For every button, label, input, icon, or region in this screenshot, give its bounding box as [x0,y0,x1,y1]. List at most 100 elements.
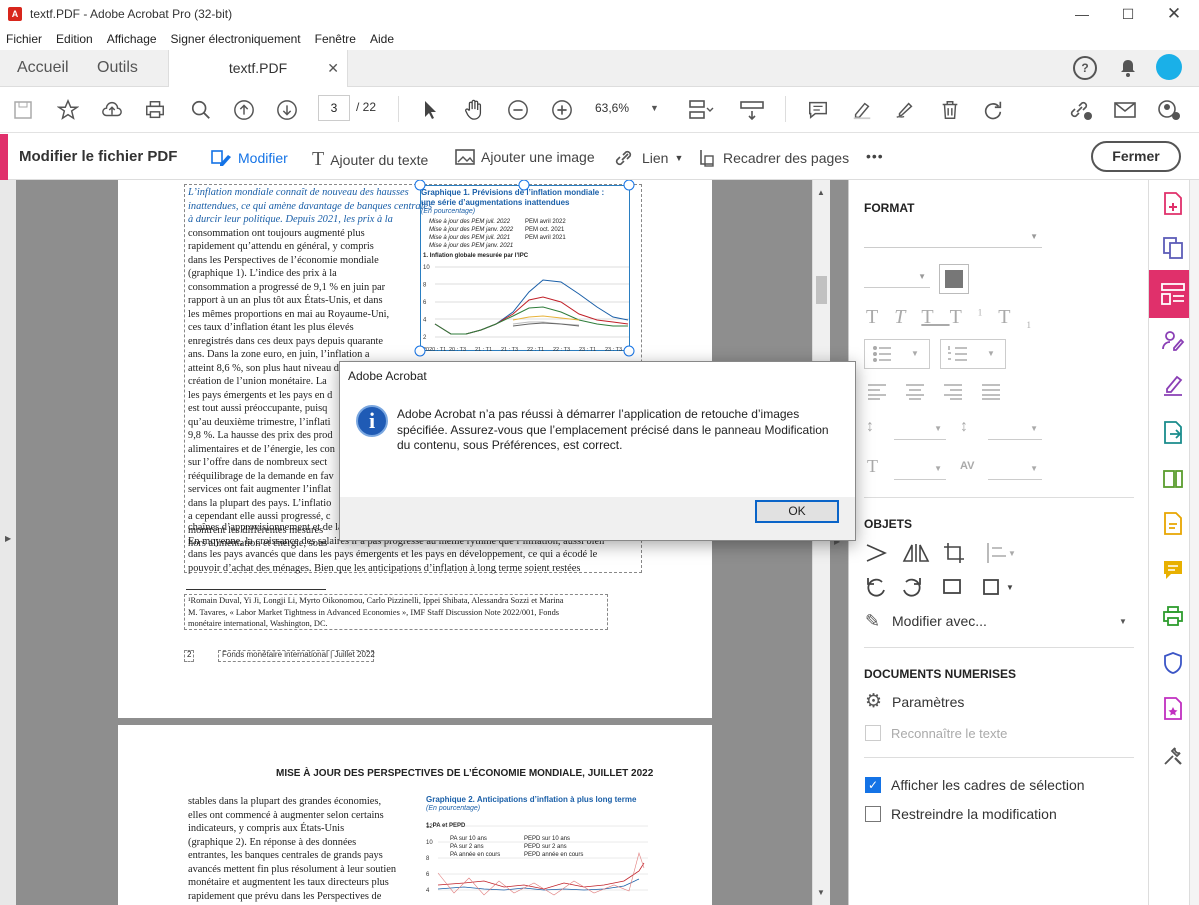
maximize-button[interactable]: ☐ [1105,0,1151,28]
settings-label[interactable]: Paramètres [892,694,964,710]
help-icon[interactable]: ? [1073,56,1097,80]
close-edit-button[interactable]: Fermer [1091,141,1181,172]
zoom-select[interactable]: 63,6% ▼ [595,96,665,120]
font-color-swatch[interactable] [939,264,969,294]
selection-handles[interactable] [414,180,636,357]
page-number-input[interactable]: 3 [318,95,350,121]
expand-left-icon[interactable]: ▶ [5,534,11,543]
add-image-button[interactable]: Ajouter une image [455,148,595,166]
horizontal-scale-dropdown[interactable]: ▼ [894,458,946,480]
menu-aide[interactable]: Aide [370,32,394,46]
page-display-icon[interactable] [686,95,716,125]
add-user-icon[interactable] [1154,95,1184,125]
menu-fichier[interactable]: Fichier [6,32,42,46]
line-spacing-dropdown[interactable]: ▼ [894,418,946,440]
upload-icon[interactable] [97,95,127,125]
align-icons[interactable] [866,382,1006,400]
vertical-scrollbar[interactable]: ▲ ▼ [812,180,830,905]
more-tools-icon[interactable] [1158,741,1188,771]
show-boxes-checkbox[interactable]: ✓ [865,777,881,793]
avatar[interactable] [1156,54,1182,80]
zoom-in-icon[interactable] [547,95,577,125]
object-tools-row2[interactable]: ▼ [864,574,1024,600]
bullet-list-dropdown[interactable]: ▼ [864,339,930,369]
link-button[interactable]: Lien ▼ [614,148,683,168]
sticky-note-icon[interactable] [1158,555,1188,585]
char-spacing-dropdown[interactable]: ▼ [988,458,1042,480]
edit-pdf-rail-icon[interactable] [1158,279,1188,309]
restrict-edit-checkbox[interactable] [865,806,881,822]
document-viewport[interactable]: L’inflation mondiale connaît de nouveau … [0,180,848,905]
fill-sign-icon[interactable] [1158,370,1188,400]
left-panel-toggle[interactable]: ▶ [0,180,16,905]
menu-affichage[interactable]: Affichage [107,32,157,46]
print-icon[interactable] [140,95,170,125]
combine-files-icon[interactable] [1158,233,1188,263]
create-pdf-icon[interactable] [1158,189,1188,219]
trash-icon[interactable] [935,95,965,125]
close-tab-icon[interactable]: ✕ [327,50,339,86]
select-cursor-icon[interactable] [416,95,446,125]
comment-rail-icon[interactable] [1158,509,1188,539]
close-window-button[interactable]: ✕ [1151,0,1197,28]
email-icon[interactable] [1110,95,1140,125]
highlight-icon[interactable] [847,95,877,125]
menu-edition[interactable]: Edition [56,32,93,46]
text-line: dans les pays avancés que dans les pays … [188,549,598,560]
modify-with-label[interactable]: Modifier avec... [892,613,987,629]
more-options-icon[interactable]: ••• [866,148,884,164]
prev-page-icon[interactable] [229,95,259,125]
object-tools-row1[interactable]: ▼ [864,540,1024,566]
chevron-down-icon: ▼ [918,272,926,281]
redo-icon[interactable] [978,95,1008,125]
acrobat-app-icon: A [8,7,22,21]
zoom-out-icon[interactable] [503,95,533,125]
scroll-mode-icon[interactable] [737,95,767,125]
panel-divider [864,757,1134,758]
font-family-dropdown[interactable]: ▼ [864,226,1042,248]
numbered-list-dropdown[interactable]: ▼ [940,339,1006,369]
next-page-icon[interactable] [272,95,302,125]
tab-home[interactable]: Accueil [17,50,69,87]
minimize-button[interactable]: — [1059,0,1105,28]
recognize-text-checkbox[interactable] [865,725,881,741]
comment-icon[interactable] [803,95,833,125]
text-line: rapidement que prévu dans les Perspectiv… [188,890,382,902]
rail-scrollbar[interactable] [1189,180,1199,905]
menu-signer[interactable]: Signer électroniquement [171,32,301,46]
scroll-thumb[interactable] [816,276,827,304]
crop-pages-button[interactable]: Recadrer des pages [697,148,849,168]
request-signature-icon[interactable] [1158,325,1188,355]
organize-pages-icon[interactable] [1158,464,1188,494]
scroll-down-icon[interactable]: ▼ [817,888,825,897]
chevron-down-icon: ▼ [1030,424,1038,433]
chart2-unit: (En pourcentage) [426,805,481,812]
paragraph-spacing-dropdown[interactable]: ▼ [988,418,1042,440]
link-share-icon[interactable] [1066,95,1096,125]
char-spacing-icon: AV [960,460,975,472]
page2-text-column[interactable]: stables dans la plupart des grandes écon… [188,795,418,903]
pdf-page-next[interactable]: MISE À JOUR DES PERSPECTIVES DE L’ÉCONOM… [118,725,712,905]
font-size-dropdown[interactable]: ▼ [864,266,930,288]
tab-document[interactable]: textf.PDF ✕ [168,50,348,87]
chevron-down-icon[interactable]: ▼ [1119,617,1127,626]
export-pdf-icon[interactable] [1158,418,1188,448]
add-text-button[interactable]: T Ajouter du texte [312,148,428,171]
star-icon[interactable] [53,95,83,125]
scroll-up-icon[interactable]: ▲ [817,188,825,197]
tab-tools[interactable]: Outils [97,50,138,87]
modify-button[interactable]: Modifier [210,148,288,168]
ok-button[interactable]: OK [755,500,839,523]
menu-fenetre[interactable]: Fenêtre [315,32,356,46]
bell-icon[interactable] [1118,58,1138,78]
y-tick-label: 10 [426,840,433,846]
sign-icon[interactable] [890,95,920,125]
save-icon[interactable] [8,95,38,125]
print-production-icon[interactable] [1158,601,1188,631]
hand-icon[interactable] [459,95,489,125]
rich-media-icon[interactable] [1158,694,1188,724]
search-icon[interactable] [186,95,216,125]
text-style-icons[interactable]: TTTT1T1 [866,306,1047,330]
protect-icon[interactable] [1158,648,1188,678]
chart-graphique-2[interactable]: Graphique 2. Anticipations d’inflation à… [424,793,649,905]
